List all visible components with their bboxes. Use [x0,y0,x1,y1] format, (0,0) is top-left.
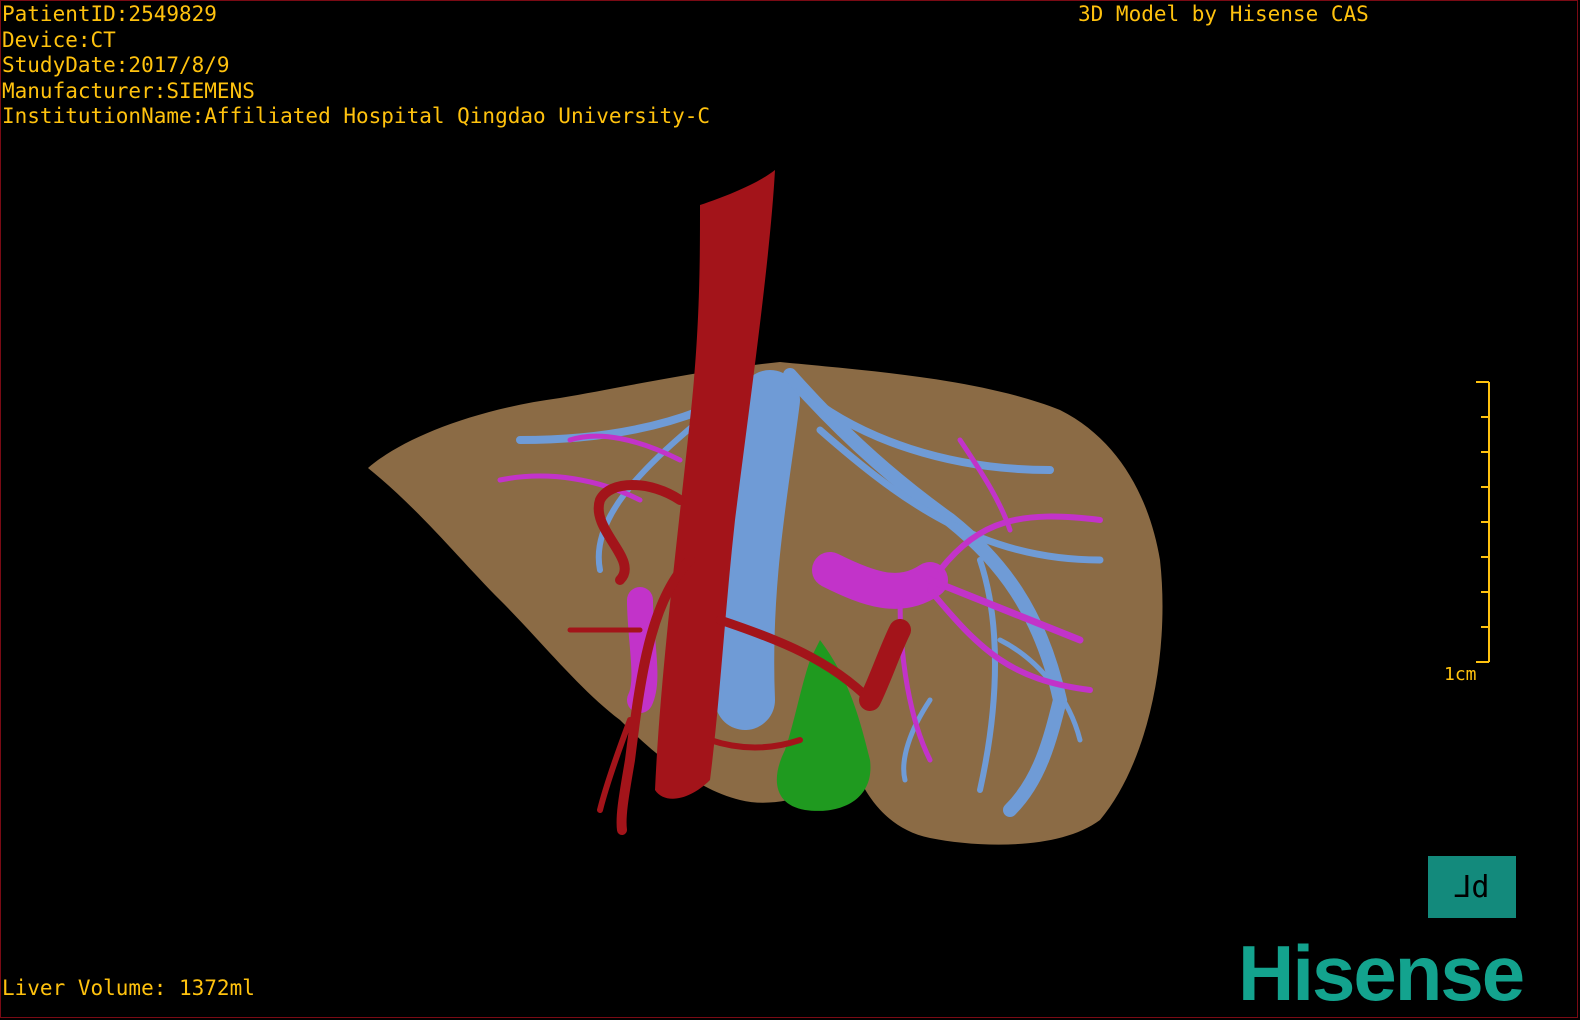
liver-volume: Liver Volume: 1372ml [2,976,255,1000]
device: Device:CT [2,27,116,52]
scale-bar [1476,381,1490,663]
dicom-info-overlay: PatientID:2549829 Device:CT StudyDate:20… [2,2,710,130]
study-date: StudyDate:2017/8/9 [2,53,230,77]
model-credit: 3D Model by Hisense CAS [1078,2,1369,26]
patient-id: PatientID:2549829 [2,2,217,26]
3d-model-viewport[interactable] [0,0,1580,1020]
orientation-glyph: ⅃d [1454,869,1490,905]
hisense-logo: Hisense [1238,929,1525,1017]
institution-name: InstitutionName:Affiliated Hospital Qing… [2,104,711,128]
manufacturer: Manufacturer:SIEMENS [2,78,255,103]
orientation-cube-icon[interactable]: ⅃d [1428,856,1516,918]
scale-bar-label: 1cm [1444,664,1477,685]
